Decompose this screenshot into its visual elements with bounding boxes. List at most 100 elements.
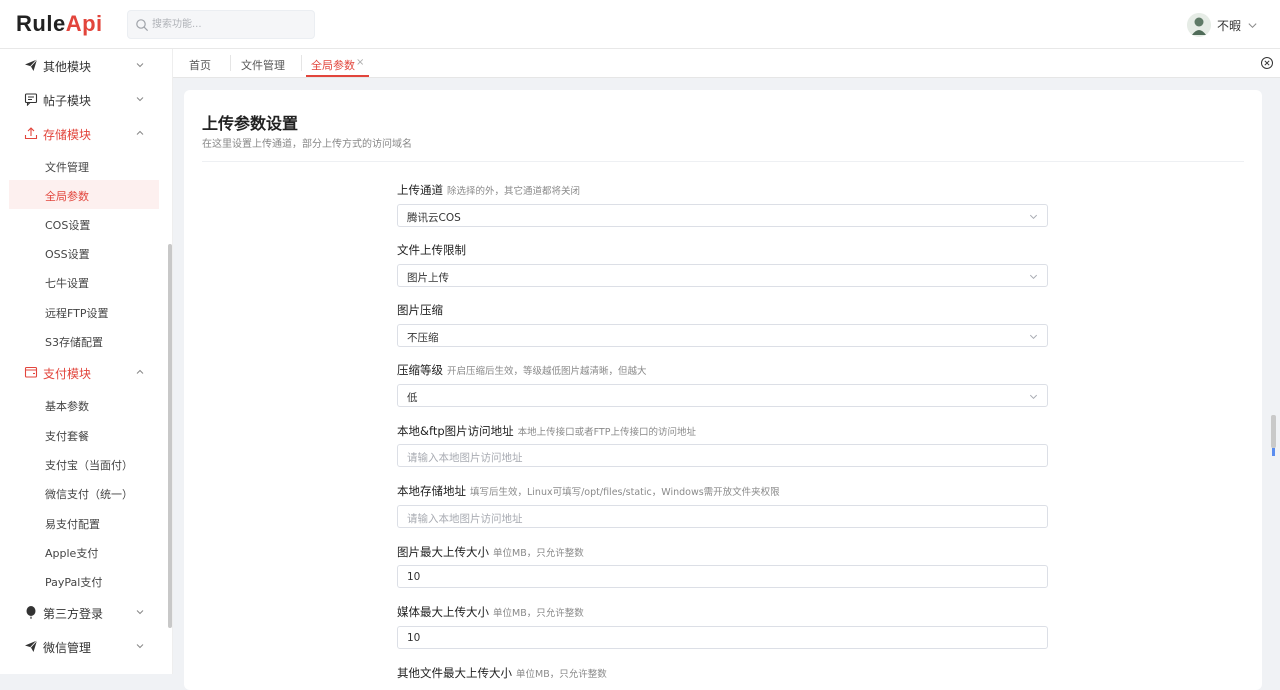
sidebar-item-label: S3存储配置: [45, 336, 103, 349]
sidebar-group-third-login[interactable]: 第三方登录: [0, 596, 160, 630]
label-text: 本地存储地址: [397, 484, 466, 498]
tab-file-manage[interactable]: 文件管理: [241, 49, 291, 77]
sidebar-group-other[interactable]: 其他模块: [0, 49, 160, 83]
sidebar-group-storage[interactable]: 存储模块: [0, 117, 160, 151]
user-menu[interactable]: 不暇: [1186, 12, 1258, 38]
content-scrollbar[interactable]: [1271, 84, 1276, 674]
label-hint: 开启压缩后生效，等级越低图片越清晰，但越大: [447, 366, 647, 377]
sidebar-group-pay[interactable]: 支付模块: [0, 356, 160, 390]
tab-bar: 首页 文件管理 全局参数 ×: [173, 49, 1280, 78]
upload-channel-select[interactable]: 腾讯云COS: [397, 204, 1048, 227]
chevron-down-icon: [1029, 214, 1038, 219]
field-label-upload-limit: 文件上传限制: [397, 242, 466, 258]
tab-home[interactable]: 首页: [189, 49, 219, 77]
logo-text-api: Api: [65, 11, 103, 36]
chevron-up-icon: [136, 130, 144, 135]
page-subtitle: 在这里设置上传通道，部分上传方式的访问域名: [202, 139, 412, 150]
tab-divider: [230, 55, 231, 71]
image-compress-select[interactable]: 不压缩: [397, 324, 1048, 347]
upload-limit-select[interactable]: 图片上传: [397, 264, 1048, 287]
sidebar-item-label: 七牛设置: [45, 277, 89, 290]
select-value: 图片上传: [407, 272, 449, 284]
top-bar: RuleApi 不暇: [0, 0, 1280, 49]
scroll-marker: [1272, 448, 1275, 456]
field-label-image-max-size: 图片最大上传大小 单位MB，只允许整数: [397, 544, 584, 560]
field-label-image-compress: 图片压缩: [397, 302, 443, 318]
select-value: 不压缩: [407, 332, 439, 344]
sidebar-item-label: PayPal支付: [45, 576, 103, 589]
field-label-upload-channel: 上传通道 除选择的外，其它通道都将关闭: [397, 182, 580, 198]
sidebar-item-label: 基本参数: [45, 400, 89, 413]
chevron-down-icon: [136, 644, 144, 649]
label-hint: 单位MB，只允许整数: [516, 669, 607, 680]
sidebar-item-global-params[interactable]: 全局参数: [9, 180, 159, 209]
sidebar-item-paypal[interactable]: PayPal支付: [9, 566, 159, 595]
field-label-local-storage-path: 本地存储地址 填写后生效，Linux可填写/opt/files/static，Wi…: [397, 483, 780, 499]
field-label-local-ftp-url: 本地&ftp图片访问地址 本地上传接口或者FTP上传接口的访问地址: [397, 423, 696, 439]
input-value: 10: [407, 632, 421, 644]
sidebar-item-wechat-pay[interactable]: 微信支付（统一）: [9, 478, 159, 507]
search-box[interactable]: [127, 10, 315, 39]
label-hint: 填写后生效，Linux可填写/opt/files/static，Windows需…: [470, 487, 780, 498]
page-title: 上传参数设置: [202, 114, 299, 133]
sidebar-group-label: 微信管理: [43, 641, 92, 655]
label-text: 本地&ftp图片访问地址: [397, 424, 514, 438]
sidebar-group-label: 其他模块: [43, 60, 92, 74]
sidebar-item-basic-params[interactable]: 基本参数: [9, 390, 159, 419]
close-icon[interactable]: ×: [356, 57, 364, 68]
chevron-down-icon[interactable]: [1247, 20, 1258, 31]
sidebar-item-label: 微信支付（统一）: [45, 488, 133, 501]
sidebar-group-posts[interactable]: 帖子模块: [0, 83, 160, 117]
local-ftp-url-input[interactable]: 请输入本地图片访问地址: [397, 444, 1048, 467]
app-logo[interactable]: RuleApi: [16, 11, 103, 37]
avatar[interactable]: [1186, 13, 1211, 37]
label-text: 文件上传限制: [397, 243, 466, 257]
label-hint: 本地上传接口或者FTP上传接口的访问地址: [517, 427, 696, 438]
search-icon: [136, 19, 148, 31]
sidebar-item-label: Apple支付: [45, 547, 99, 560]
sidebar-scrollbar[interactable]: [168, 244, 172, 628]
search-input[interactable]: [152, 11, 310, 38]
sidebar-item-epay[interactable]: 易支付配置: [9, 508, 159, 537]
sidebar-item-alipay[interactable]: 支付宝（当面付）: [9, 449, 159, 478]
sidebar-group-label: 第三方登录: [43, 607, 104, 621]
sidebar-item-s3[interactable]: S3存储配置: [9, 326, 159, 355]
chevron-down-icon: [136, 610, 144, 615]
chevron-down-icon: [136, 63, 144, 68]
label-text: 压缩等级: [397, 363, 443, 377]
logo-text-rule: Rule: [16, 11, 66, 36]
field-label-other-max-size: 其他文件最大上传大小 单位MB，只允许整数: [397, 665, 607, 681]
image-max-size-input[interactable]: 10: [397, 565, 1048, 588]
select-value: 腾讯云COS: [407, 212, 461, 224]
sidebar-item-apple-pay[interactable]: Apple支付: [9, 537, 159, 566]
sidebar-item-label: COS设置: [45, 219, 91, 232]
scroll-thumb[interactable]: [1271, 415, 1276, 448]
sidebar-item-oss[interactable]: OSS设置: [9, 238, 159, 267]
tab-global-params[interactable]: 全局参数 ×: [306, 49, 369, 77]
close-all-tabs-icon[interactable]: [1260, 56, 1274, 70]
message-icon: [24, 93, 38, 106]
input-placeholder: 请输入本地图片访问地址: [407, 513, 523, 525]
sidebar-item-ftp[interactable]: 远程FTP设置: [9, 297, 159, 326]
sidebar-item-file-manage[interactable]: 文件管理: [9, 151, 159, 180]
sidebar-item-cos[interactable]: COS设置: [9, 209, 159, 238]
media-max-size-input[interactable]: 10: [397, 626, 1048, 649]
sidebar-group-label: 存储模块: [43, 128, 92, 142]
input-placeholder: 请输入本地图片访问地址: [407, 452, 523, 464]
label-hint: 除选择的外，其它通道都将关闭: [447, 186, 581, 197]
sidebar-item-pay-package[interactable]: 支付套餐: [9, 420, 159, 449]
sidebar-item-label: OSS设置: [45, 248, 90, 261]
label-text: 图片最大上传大小: [397, 545, 489, 559]
chevron-down-icon: [1029, 334, 1038, 339]
sidebar-group-wechat-manage[interactable]: 微信管理: [0, 630, 160, 664]
sidebar-item-label: 远程FTP设置: [45, 307, 109, 320]
compress-level-select[interactable]: 低: [397, 384, 1048, 407]
label-hint: 单位MB，只允许整数: [493, 548, 584, 559]
sidebar-item-label: 支付宝（当面付）: [45, 459, 133, 472]
sidebar-group-label: 帖子模块: [43, 94, 92, 108]
label-text: 媒体最大上传大小: [397, 605, 489, 619]
sidebar-group-label: 支付模块: [43, 367, 92, 381]
local-storage-path-input[interactable]: 请输入本地图片访问地址: [397, 505, 1048, 528]
tab-label: 首页: [189, 59, 211, 72]
sidebar-item-qiniu[interactable]: 七牛设置: [9, 267, 159, 296]
